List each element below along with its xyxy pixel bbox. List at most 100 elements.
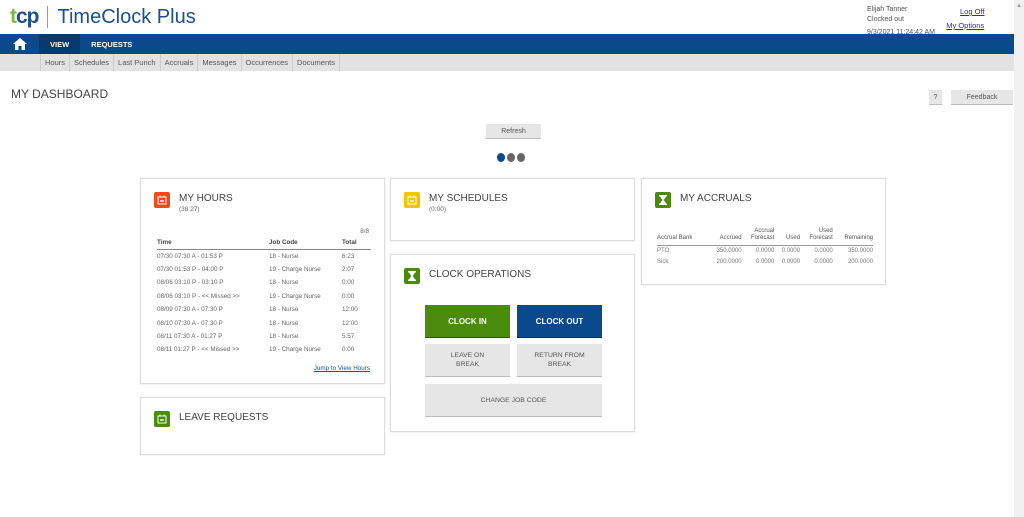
- tab-requests[interactable]: REQUESTS: [80, 34, 143, 54]
- hours-time: 08/10 07:30 A - 07:30 P: [157, 319, 223, 327]
- accrual-value: 0.0000: [781, 247, 801, 254]
- hours-time: 08/06 03:10 P - 03:10 P: [157, 279, 224, 287]
- hours-job-code: 19 - Charge Nurse: [269, 346, 321, 354]
- carousel-dots: [497, 153, 525, 162]
- accrual-value: 200.0000: [716, 258, 742, 265]
- subnav-hours[interactable]: Hours: [40, 54, 71, 71]
- hours-job-code: 19 - Charge Nurse: [269, 292, 321, 300]
- my-options-link[interactable]: My Options: [946, 19, 984, 33]
- logo-divider: [46, 6, 48, 28]
- subnav-schedules[interactable]: Schedules: [70, 54, 115, 71]
- calendar-icon: [154, 192, 170, 208]
- jump-to-view-hours-link[interactable]: Jump to View Hours: [314, 365, 370, 372]
- leave-on-break-label: LEAVE ON: [450, 352, 485, 359]
- accrual-value: 350.0000: [716, 247, 742, 254]
- change-job-code-button[interactable]: CHANGE JOB CODE: [425, 384, 602, 417]
- tab-view[interactable]: VIEW: [39, 34, 81, 54]
- my-accruals-card: MY ACCRUALS Accrual Bank Accrued Accrual Fo…: [641, 178, 886, 285]
- hours-job-code: 19 - Charge Nurse: [269, 266, 321, 274]
- column-header-line: Remaining: [844, 235, 873, 241]
- carousel-dot[interactable]: [497, 153, 505, 162]
- accrual-row: PTO 350.0000 0.0000 0.0000 0.0000 350.0000: [657, 245, 873, 256]
- column-header-line: Forecast: [750, 235, 775, 241]
- hourglass-icon: [404, 268, 420, 284]
- calendar-icon: [404, 192, 420, 208]
- hourglass-icon: [655, 192, 671, 208]
- column-header-line: Accrual Bank: [657, 235, 693, 241]
- user-status: Clocked out: [867, 16, 904, 23]
- hours-row: 08/06 03:10 P - << Missed >> 19 - Charge …: [157, 290, 371, 303]
- return-from-break-label: RETURN FROM: [534, 352, 585, 359]
- home-button[interactable]: [0, 34, 39, 54]
- accrual-value: 0.0000: [755, 247, 775, 254]
- user-name: Elijah Tanner: [867, 6, 908, 13]
- hours-total: 12:00: [342, 306, 358, 314]
- hours-row: 08/06 03:10 P - 03:10 P 18 - Nurse 0:00: [157, 276, 371, 289]
- hours-row: 08/10 07:30 A - 07:30 P 18 - Nurse 12:00: [157, 316, 371, 329]
- subnav-occurrences[interactable]: Occurrences: [242, 54, 294, 71]
- hours-job-code: 18 - Nurse: [269, 306, 299, 314]
- hours-total: 0:00: [342, 292, 355, 300]
- hours-total: 12:00: [342, 319, 358, 327]
- hours-job-code: 18 - Nurse: [269, 333, 299, 341]
- log-off-link[interactable]: Log Off: [960, 5, 984, 19]
- hours-total: 5:57: [342, 333, 355, 341]
- page-scrollbar[interactable]: ▲: [1014, 0, 1024, 517]
- hours-job-code: 18 - Nurse: [269, 279, 299, 287]
- column-header: Accrued: [706, 225, 742, 246]
- subnav-messages[interactable]: Messages: [198, 54, 242, 71]
- subnav-documents[interactable]: Documents: [293, 54, 340, 71]
- hours-row: 07/30 01:53 P - 04:00 P 19 - Charge Nurse…: [157, 263, 371, 276]
- app-logo[interactable]: tcp TimeClock Plus: [10, 5, 196, 29]
- refresh-button[interactable]: Refresh: [486, 124, 541, 139]
- hours-count: 8/8: [360, 228, 369, 235]
- column-header-line: Used: [786, 235, 801, 241]
- clock-out-button[interactable]: CLOCK OUT: [517, 305, 602, 338]
- accrual-bank: Sick: [657, 258, 669, 265]
- clock-in-button[interactable]: CLOCK IN: [425, 305, 510, 338]
- my-hours-card: MY HOURS (38:27) 8/8 Time Job Code Total…: [140, 178, 385, 384]
- calendar-icon: [154, 411, 170, 427]
- hours-total: 0:00: [342, 346, 355, 354]
- leave-on-break-button[interactable]: LEAVE ON BREAK: [425, 344, 510, 377]
- hours-row: 08/11 01:27 P - << Missed >> 19 - Charge …: [157, 343, 371, 356]
- accrual-value: 0.0000: [781, 258, 801, 265]
- return-from-break-button[interactable]: RETURN FROM BREAK: [517, 344, 602, 377]
- hours-row: 07/30 07:30 A - 01:53 P 18 - Nurse 6:23: [157, 250, 371, 263]
- subnav-accruals[interactable]: Accruals: [161, 54, 199, 71]
- clock-operations-card: CLOCK OPERATIONS CLOCK IN CLOCK OUT LEAV…: [390, 254, 635, 432]
- help-button[interactable]: ?: [929, 90, 942, 105]
- hours-row: 08/11 07:30 A - 01:27 P 18 - Nurse 5:57: [157, 330, 371, 343]
- main-nav: VIEW REQUESTS: [0, 34, 1014, 54]
- sub-nav: Hours Schedules Last Punch Accruals Mess…: [0, 54, 1014, 71]
- subnav-last-punch[interactable]: Last Punch: [114, 54, 161, 71]
- my-hours-total: (38:27): [179, 206, 200, 213]
- my-accruals-title: MY ACCRUALS: [680, 193, 752, 204]
- column-header: Accrual Bank: [657, 225, 707, 246]
- carousel-dot[interactable]: [507, 153, 515, 162]
- hours-table: Time Job Code Total 07/30 07:30 A - 01:5…: [157, 237, 371, 357]
- column-header: Used: [774, 225, 801, 246]
- carousel-dot[interactable]: [517, 153, 525, 162]
- feedback-button[interactable]: Feedback: [951, 90, 1013, 105]
- column-header: Time: [157, 237, 269, 250]
- logo-tcp: tcp: [10, 5, 39, 28]
- column-header-line: Accrual: [754, 227, 775, 234]
- accrual-value: 0.0000: [814, 258, 833, 265]
- scroll-up-icon[interactable]: ▲: [1016, 3, 1022, 9]
- hours-job-code: 18 - Nurse: [269, 319, 299, 327]
- logo-name: TimeClock Plus: [57, 5, 196, 28]
- column-header: Job Code: [269, 237, 342, 250]
- page-title: MY DASHBOARD: [11, 87, 109, 101]
- return-from-break-label: BREAK: [547, 361, 572, 368]
- leave-requests-title: LEAVE REQUESTS: [179, 412, 269, 423]
- hours-time: 07/30 01:53 P - 04:00 P: [157, 266, 224, 274]
- hours-time: 08/09 07:30 A - 07:30 P: [157, 306, 223, 314]
- leave-on-break-label: BREAK: [455, 361, 480, 368]
- hours-time: 08/06 03:10 P - << Missed >>: [157, 292, 240, 300]
- accrual-value: 0.0000: [755, 258, 775, 265]
- clock-operations-title: CLOCK OPERATIONS: [429, 269, 532, 280]
- column-header: Remaining: [832, 225, 873, 246]
- column-header-line: Used: [818, 227, 833, 234]
- hours-row: 08/09 07:30 A - 07:30 P 18 - Nurse 12:00: [157, 303, 371, 316]
